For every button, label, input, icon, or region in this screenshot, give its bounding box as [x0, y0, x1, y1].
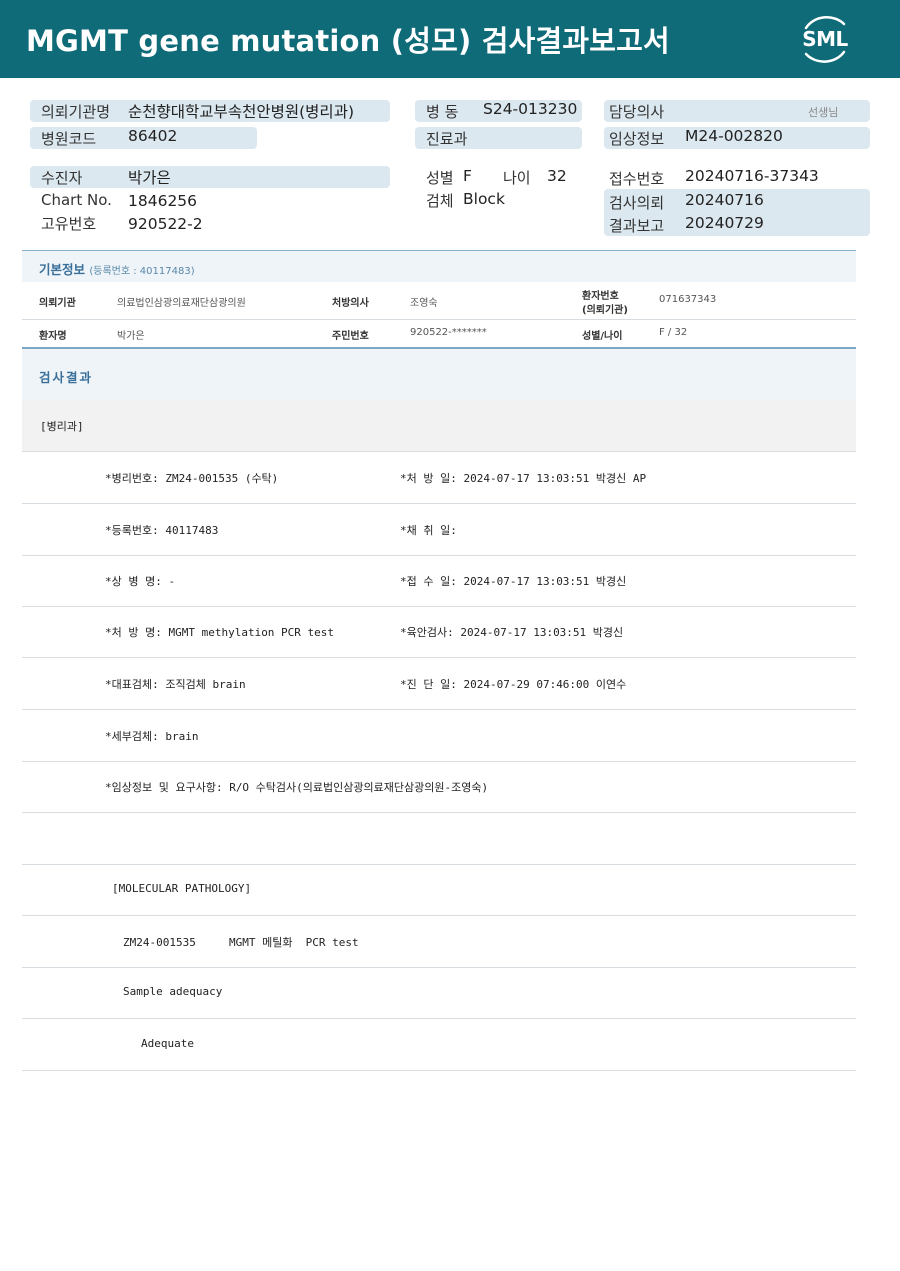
test-row: ZM24-001535 MGMT 메틸화 PCR test	[22, 916, 856, 968]
chart-value: 1846256	[128, 192, 198, 210]
sml-logo: SML	[796, 12, 854, 66]
basic-k-patient-name: 환자명	[39, 331, 67, 342]
basic-v-patient-no: 071637343	[659, 294, 717, 305]
adequacy-value: Adequate	[141, 1037, 194, 1050]
receipt-value: 20240716-37343	[685, 167, 819, 185]
basic-k-prescriber: 처방의사	[332, 298, 369, 309]
result-row-6-left: *세부검체: brain	[105, 730, 199, 743]
report-value: 20240729	[685, 214, 764, 232]
clinical-label: 임상정보	[609, 130, 665, 148]
basic-k-patient-no-1: 환자번호	[582, 291, 619, 302]
result-dept-row: [병리과]	[22, 400, 856, 452]
logo-text: SML	[802, 27, 848, 51]
test-line: ZM24-001535 MGMT 메틸화 PCR test	[123, 936, 359, 949]
result-row-6: *세부검체: brain	[22, 710, 856, 762]
basic-k-patient-no-2: (의뢰기관)	[582, 305, 628, 316]
molecular-row: [MOLECULAR PATHOLOGY]	[22, 864, 856, 916]
result-row-8	[22, 813, 856, 865]
ward-label: 병 동	[426, 103, 459, 121]
patient-bar	[30, 166, 390, 188]
result-dept: [병리과]	[40, 420, 84, 433]
result-row-5-left: *대표검체: 조직검체 brain	[105, 678, 246, 691]
age-label: 나이	[503, 169, 531, 187]
ward-value: S24-013230	[483, 100, 578, 118]
result-title: 검사결과	[39, 370, 94, 385]
result-row-1-left: *병리번호: ZM24-001535 (수탁)	[105, 472, 279, 485]
basic-v-sex-age: F / 32	[659, 327, 688, 338]
result-row-5-right: *진 단 일: 2024-07-29 07:46:00 이연수	[400, 678, 627, 691]
doctor-label: 담당의사	[609, 103, 665, 121]
request-value: 20240716	[685, 191, 764, 209]
clinical-value: M24-002820	[685, 127, 783, 145]
unique-value: 920522-2	[128, 215, 203, 233]
dept-label: 진료과	[426, 130, 468, 148]
result-row-3: *상 병 명: - *접 수 일: 2024-07-17 13:03:51 박경…	[22, 555, 856, 607]
hospital-code-label: 병원코드	[41, 130, 97, 148]
result-row-1: *병리번호: ZM24-001535 (수탁) *처 방 일: 2024-07-…	[22, 452, 856, 504]
receipt-label: 접수번호	[609, 170, 665, 188]
basic-v-prescriber: 조영숙	[410, 298, 438, 309]
basic-info-header: 기본정보 (등록번호 : 40117483)	[22, 250, 856, 282]
basic-info-reg-no: (등록번호 : 40117483)	[89, 266, 195, 277]
unique-label: 고유번호	[41, 215, 97, 233]
result-row-7: *임상정보 및 요구사항: R/O 수탁검사(의료법인삼광의료재단삼광의원-조영…	[22, 761, 856, 813]
sex-label: 성별	[426, 169, 454, 187]
result-row-3-left: *상 병 명: -	[105, 575, 176, 588]
basic-info-title: 기본정보 (등록번호 : 40117483)	[39, 259, 195, 278]
patient-value: 박가은	[128, 169, 171, 187]
specimen-value: Block	[463, 190, 505, 208]
result-header: 검사결과	[22, 347, 856, 400]
basic-k-resident-no: 주민번호	[332, 331, 369, 342]
result-row-7-left: *임상정보 및 요구사항: R/O 수탁검사(의료법인삼광의료재단삼광의원-조영…	[105, 781, 489, 794]
result-row-4-left: *처 방 명: MGMT methylation PCR test	[105, 626, 335, 639]
chart-label: Chart No.	[41, 191, 112, 209]
basic-info-row-1: 의뢰기관 의료법인삼광의료재단삼광의원 처방의사 조영숙 환자번호 (의뢰기관)…	[22, 282, 856, 320]
report-title: MGMT gene mutation (성모) 검사결과보고서	[26, 24, 670, 58]
age-value: 32	[547, 167, 567, 185]
result-row-5: *대표검체: 조직검체 brain *진 단 일: 2024-07-29 07:…	[22, 658, 856, 710]
institution-label: 의뢰기관명	[41, 103, 111, 121]
result-row-1-right: *처 방 일: 2024-07-17 13:03:51 박경신 AP	[400, 472, 647, 485]
hospital-code-value: 86402	[128, 127, 178, 145]
report-header: MGMT gene mutation (성모) 검사결과보고서 SML	[0, 0, 900, 78]
result-row-4: *처 방 명: MGMT methylation PCR test *육안검사:…	[22, 606, 856, 658]
result-row-4-right: *육안검사: 2024-07-17 13:03:51 박경신	[400, 626, 624, 639]
basic-v-resident-no: 920522-*******	[410, 327, 487, 338]
institution-value: 순천향대학교부속천안병원(병리과)	[128, 103, 354, 121]
result-row-2: *등록번호: 40117483 *채 취 일:	[22, 504, 856, 556]
result-row-2-right: *채 취 일:	[400, 524, 457, 537]
specimen-label: 검체	[426, 192, 454, 210]
adequacy-label-row: Sample adequacy	[22, 967, 856, 1019]
basic-info-title-text: 기본정보	[39, 262, 86, 277]
molecular-heading: [MOLECULAR PATHOLOGY]	[112, 882, 252, 895]
basic-v-patient-name: 박가은	[117, 331, 145, 342]
patient-label: 수진자	[41, 169, 83, 187]
doctor-suffix: 선생님	[808, 106, 839, 119]
report-label: 결과보고	[609, 217, 665, 235]
basic-info-row-2: 환자명 박가은 주민번호 920522-******* 성별/나이 F / 32	[22, 320, 856, 347]
result-row-2-left: *등록번호: 40117483	[105, 524, 219, 537]
sex-value: F	[463, 167, 472, 185]
adequacy-label: Sample adequacy	[123, 985, 223, 998]
adequacy-value-row: Adequate	[22, 1019, 856, 1071]
basic-k-institution: 의뢰기관	[39, 298, 76, 309]
basic-k-sex-age: 성별/나이	[582, 331, 623, 342]
request-label: 검사의뢰	[609, 194, 665, 212]
result-row-3-right: *접 수 일: 2024-07-17 13:03:51 박경신	[400, 575, 627, 588]
basic-v-institution: 의료법인삼광의료재단삼광의원	[117, 298, 246, 309]
